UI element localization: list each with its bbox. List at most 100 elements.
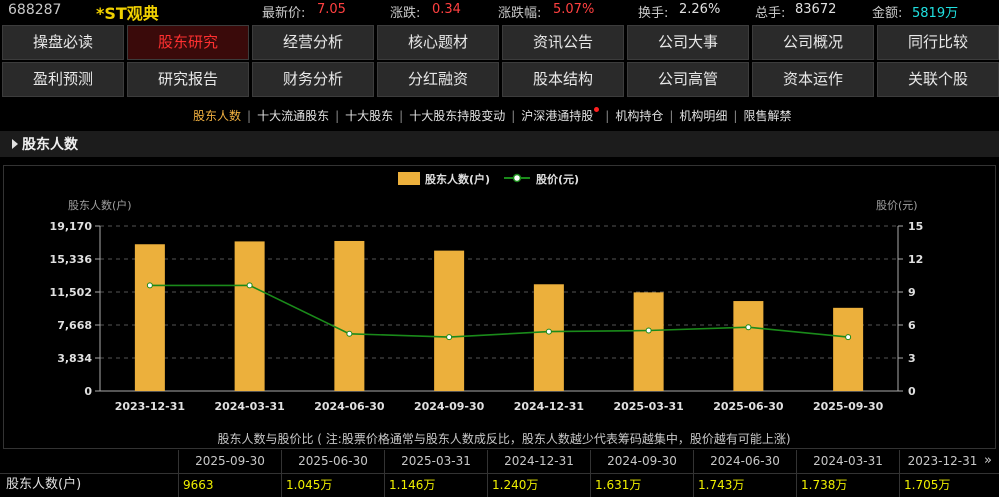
right-tick-label: 6 (908, 319, 916, 332)
nav-tab[interactable]: 核心题材 (377, 25, 499, 60)
nav-tab-active[interactable]: 股东研究 (127, 25, 249, 60)
nav-tab[interactable]: 研究报告 (127, 62, 249, 97)
amount-label: 金额: (872, 6, 903, 21)
subnav-top10-float[interactable]: 十大流通股东 (257, 109, 329, 123)
legend-line-marker (512, 173, 522, 183)
price-point (346, 330, 353, 337)
bar-holders (134, 244, 165, 391)
triangle-right-icon (12, 139, 18, 149)
subnav-holders-count[interactable]: 股东人数 (193, 109, 241, 123)
nav-tab[interactable]: 关联个股 (877, 62, 999, 97)
table-header: 2025-03-31 (384, 450, 487, 473)
nav-tab[interactable]: 资讯公告 (502, 25, 624, 60)
nav-tab[interactable]: 经营分析 (252, 25, 374, 60)
amount-value: 5819万 (912, 6, 959, 21)
price-point (545, 328, 552, 335)
nav-tab[interactable]: 公司高管 (627, 62, 749, 97)
price-point (745, 324, 752, 331)
table-cell: 1.743万 (693, 474, 796, 497)
nav-tab[interactable]: 股本结构 (502, 62, 624, 97)
subnav-connect-holdings[interactable]: 沪深港通持股 (521, 109, 593, 123)
table-cell: 1.631万 (590, 474, 693, 497)
nav-tab[interactable]: 分红融资 (377, 62, 499, 97)
section-header: 股东人数 (0, 131, 999, 157)
turnover-label: 换手: (638, 6, 669, 21)
x-tick-label: 2024-03-31 (214, 400, 284, 413)
price-point (446, 334, 453, 341)
legend-bar-swatch (398, 172, 420, 185)
table-header: 2025-09-30 (178, 450, 281, 473)
subnav-top10-changes[interactable]: 十大股东持股变动 (409, 109, 505, 123)
quote-bar: 688287 *ST观典 最新价: 7.05 涨跌: 0.34 涨跌幅: 5.0… (0, 0, 999, 23)
legend-label: 股东人数(户) (425, 172, 490, 186)
x-tick-label: 2023-12-31 (115, 400, 185, 413)
nav-row-2: 盈利预测 研究报告 财务分析 分红融资 股本结构 公司高管 资本运作 关联个股 (0, 62, 999, 97)
right-tick-label: 9 (908, 286, 916, 299)
table-cell: 1.705万 (899, 474, 985, 497)
nav-tab[interactable]: 操盘必读 (2, 25, 124, 60)
x-tick-label: 2025-09-30 (813, 400, 884, 413)
price-point (845, 334, 852, 341)
table-header: 2024-03-31 (796, 450, 899, 473)
nav-tab[interactable]: 同行比较 (877, 25, 999, 60)
subnav-inst-details[interactable]: 机构明细 (679, 109, 727, 123)
row-label: 股东人数(户) (6, 477, 82, 492)
left-tick-label: 3,834 (57, 352, 92, 365)
right-tick-label: 12 (908, 253, 923, 266)
table-header: 2024-12-31 (487, 450, 590, 473)
bar-holders (434, 250, 465, 391)
subnav-lockup-expiry[interactable]: 限售解禁 (743, 109, 791, 123)
left-axis-title: 股东人数(户) (68, 198, 132, 212)
subnav-top10[interactable]: 十大股东 (345, 109, 393, 123)
bar-holders (633, 292, 664, 391)
bar-holders (234, 241, 265, 391)
left-tick-label: 19,170 (50, 220, 93, 233)
stock-name: *ST观典 (96, 4, 159, 23)
x-tick-label: 2024-12-31 (514, 400, 584, 413)
price-point (645, 327, 652, 334)
table-header: 2024-09-30 (590, 450, 693, 473)
latest-price-label: 最新价: (262, 6, 306, 21)
left-tick-label: 0 (84, 385, 92, 398)
nav-tab[interactable]: 公司大事 (627, 25, 749, 60)
latest-price-value: 7.05 (317, 2, 346, 17)
subnav-inst-holdings[interactable]: 机构持仓 (615, 109, 663, 123)
x-tick-label: 2025-06-30 (713, 400, 784, 413)
table-cell: 1.240万 (487, 474, 590, 497)
table-cell: 1.738万 (796, 474, 899, 497)
left-tick-label: 11,502 (50, 286, 92, 299)
left-tick-label: 7,668 (57, 319, 92, 332)
nav-tab[interactable]: 盈利预测 (2, 62, 124, 97)
change-label: 涨跌: (390, 6, 421, 21)
left-tick-label: 15,336 (50, 253, 93, 266)
table-header: 2024-06-30 (693, 450, 796, 473)
table-cell: 1.146万 (384, 474, 487, 497)
bar-holders (334, 240, 365, 391)
table-cell: 9663 (178, 474, 281, 497)
change-pct-label: 涨跌幅: (498, 6, 542, 21)
turnover-value: 2.26% (679, 2, 721, 17)
table-row: 股东人数(户) 9663 1.045万 1.146万 1.240万 1.631万… (0, 473, 999, 497)
nav-tab[interactable]: 资本运作 (752, 62, 874, 97)
table-header: 2025-06-30 (281, 450, 384, 473)
chart-note: 股东人数与股价比 ( 注:股票价格通常与股东人数成反比，股东人数越少代表筹码越集… (217, 431, 790, 446)
bar-holders (533, 284, 564, 391)
nav-tab[interactable]: 财务分析 (252, 62, 374, 97)
legend-label: 股价(元) (536, 173, 579, 186)
section-title: 股东人数 (22, 137, 78, 153)
chart-panel: 股东人数(户) 股价(元) 股东人数(户) 股价(元) 0 0 3,834 3 7,668 6 11… (3, 165, 996, 449)
right-tick-label: 3 (908, 352, 916, 365)
sub-nav: 股东人数 | 十大流通股东 | 十大股东 | 十大股东持股变动 | 沪深港通持股 | 机构持仓 | 机构… (193, 107, 792, 123)
holders-table: 2025-09-30 2025-06-30 2025-03-31 2024-12… (0, 449, 999, 497)
volume-label: 总手: (755, 6, 786, 21)
nav-tab[interactable]: 公司概况 (752, 25, 874, 60)
scroll-right-icon[interactable]: » (984, 450, 992, 472)
table-cell: 1.045万 (281, 474, 384, 497)
table-header: 2023-12-31 (899, 450, 985, 473)
right-tick-label: 15 (908, 220, 923, 233)
right-axis-title: 股价(元) (876, 199, 918, 212)
table-header-row: 2025-09-30 2025-06-30 2025-03-31 2024-12… (0, 450, 999, 474)
x-tick-label: 2025-03-31 (613, 400, 683, 413)
x-tick-label: 2024-09-30 (414, 400, 485, 413)
price-point (246, 282, 253, 289)
